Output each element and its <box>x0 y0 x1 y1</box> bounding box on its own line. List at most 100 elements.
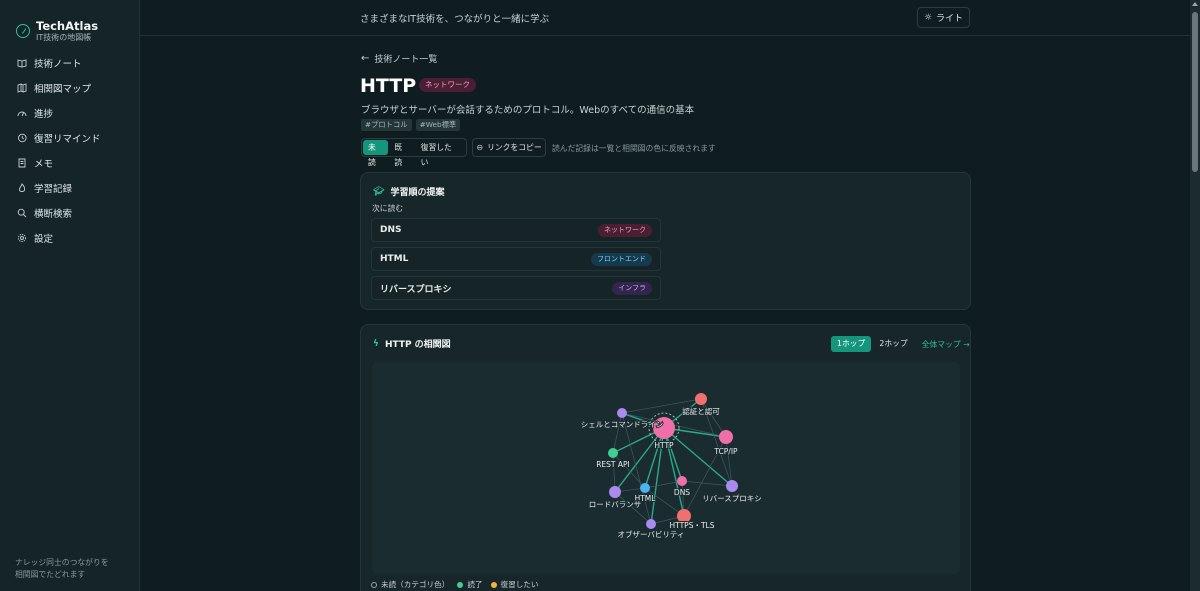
graph-node[interactable] <box>617 408 627 418</box>
flame-icon <box>17 182 27 193</box>
list-item[interactable]: リバースプロキシ インフラ <box>371 276 661 300</box>
sidebar-item-label: 相関図マップ <box>34 83 92 95</box>
legend-item: 読了 <box>457 579 483 590</box>
sidebar-item-label: 技術ノート <box>34 58 82 70</box>
sidebar: TechAtlas IT技術の地図帳 技術ノート 相関図マップ 進捗 復習リマイ… <box>0 0 140 591</box>
sidebar-item-label: メモ <box>34 158 54 170</box>
graph-edge <box>725 436 733 487</box>
sidebar-footer-line: ナレッジ同士のつながりを <box>15 558 109 567</box>
back-link[interactable]: ← 技術ノート一覧 <box>361 52 437 65</box>
theme-label: ライト <box>936 14 964 24</box>
legend-review-dot <box>490 581 497 588</box>
compass-icon <box>16 24 30 38</box>
theme-toggle-button[interactable]: ☼ ライト <box>917 7 970 28</box>
legend-item: 復習したい <box>490 579 539 590</box>
sidebar-item-review[interactable]: 復習リマインド <box>0 125 139 150</box>
status-read-button[interactable]: 既読 <box>389 140 414 167</box>
full-map-link[interactable]: 全体マップ → <box>922 339 970 350</box>
graph-edge <box>681 480 733 487</box>
graph-node[interactable] <box>609 486 621 498</box>
brand[interactable]: TechAtlas IT技術の地図帳 <box>0 0 139 50</box>
search-icon <box>17 208 27 218</box>
relation-graph-svg[interactable]: HTTP認証と認可シェルとコマンドラインTCP/IPREST APIDNSHTM… <box>372 362 960 574</box>
status-unread-button[interactable]: 未読 <box>363 140 389 167</box>
graph-node[interactable] <box>695 393 707 405</box>
card-title-text: 学習順の提案 <box>390 188 445 198</box>
legend-unread-dot <box>371 581 377 588</box>
hop-selector: 1ホップ 2ホップ 全体マップ → <box>831 336 970 352</box>
graph-node[interactable] <box>726 480 738 492</box>
graph-node-label: DNS <box>674 488 690 497</box>
next-read-label: 次に読む <box>372 204 404 213</box>
graph-node-label: TCP/IP <box>713 447 738 456</box>
sidebar-item-log[interactable]: 学習記録 <box>0 175 139 200</box>
note-description: ブラウザとサーバーが会話するためのプロトコル。Webのすべての通信の基本 <box>361 105 695 116</box>
list-item[interactable]: HTML フロントエンド <box>371 247 661 271</box>
graph-legend: 未読（カテゴリ色） 読了 復習したい <box>371 579 547 590</box>
list-item[interactable]: DNS ネットワーク <box>371 218 661 242</box>
sidebar-item-label: 復習リマインド <box>34 133 101 145</box>
brand-subtitle: IT技術の地図帳 <box>36 32 92 42</box>
graph-edge <box>612 412 623 454</box>
hop-2-button[interactable]: 2ホップ <box>873 336 913 352</box>
legend-label: 未読（カテゴリ色） <box>381 580 450 589</box>
read-status-toggle: 未読 既読 復習したい <box>361 138 467 167</box>
book-icon <box>17 58 27 68</box>
brand-title: TechAtlas <box>36 18 99 33</box>
next-item-name: リバースプロキシ <box>380 284 452 295</box>
memo-icon <box>17 158 27 168</box>
graph-node[interactable] <box>640 483 650 493</box>
sidebar-footer: ナレッジ同士のつながりを 相関図でたどれます <box>15 557 125 581</box>
tag[interactable]: #プロトコル <box>361 119 412 131</box>
graph-node-label: ロードバランサ <box>589 500 642 509</box>
next-read-list: DNS ネットワーク HTML フロントエンド リバースプロキシ インフラ <box>371 218 661 305</box>
graph-node[interactable] <box>646 519 656 529</box>
gear-icon <box>17 233 27 243</box>
category-badge: ネットワーク <box>598 223 652 237</box>
graph-node[interactable] <box>719 430 733 444</box>
sidebar-item-notes[interactable]: 技術ノート <box>0 50 139 75</box>
copy-link-label: リンクをコピー <box>487 143 542 152</box>
sidebar-item-search[interactable]: 横断検索 <box>0 200 139 225</box>
graph-node-label: HTTP <box>654 441 674 450</box>
sidebar-item-memo[interactable]: メモ <box>0 150 139 175</box>
graduation-cap-icon: 🎓︎ <box>373 186 385 197</box>
graph-node-label: オブザーバビリティ <box>618 529 685 539</box>
link-icon: ⊖ <box>476 143 484 152</box>
copy-link-button[interactable]: ⊖ リンクをコピー <box>472 138 546 157</box>
back-link-label: 技術ノート一覧 <box>374 55 438 65</box>
scrollbar[interactable] <box>1190 0 1200 591</box>
progress-icon <box>17 108 27 118</box>
sidebar-item-progress[interactable]: 進捗 <box>0 100 139 125</box>
sidebar-item-settings[interactable]: 設定 <box>0 225 139 250</box>
sidebar-footer-line: 相関図でたどれます <box>15 570 86 579</box>
page-title: HTTP <box>360 75 417 97</box>
top-header: さまざまなIT技術を、つながりと一緒に学ぶ ☼ ライト <box>140 0 1190 36</box>
sidebar-item-label: 設定 <box>34 233 54 245</box>
category-badge: フロントエンド <box>591 252 652 266</box>
graph-node-label: 認証と認可 <box>682 406 720 416</box>
graph-node[interactable] <box>677 476 687 486</box>
tagline: さまざまなIT技術を、つながりと一緒に学ぶ <box>360 13 550 25</box>
scroll-thumb[interactable] <box>1192 12 1198 172</box>
sidebar-nav: 技術ノート 相関図マップ 進捗 復習リマインド メモ 学習記録 横断検索 設定 <box>0 50 139 250</box>
graph-node-label: シェルとコマンドライン <box>581 420 664 429</box>
next-item-name: DNS <box>380 225 402 235</box>
legend-label: 読了 <box>467 580 483 589</box>
tag[interactable]: #Web標準 <box>415 119 461 131</box>
next-item-name: HTML <box>380 254 409 264</box>
scroll-up-arrow-icon[interactable] <box>1192 2 1198 6</box>
legend-label: 復習したい <box>500 580 539 589</box>
history-icon <box>17 133 27 143</box>
category-badge: ネットワーク <box>419 78 476 92</box>
sidebar-item-label: 学習記録 <box>34 183 73 195</box>
relation-graph[interactable]: HTTP 認証と認可 シェルとコマンドライン TCP/IP REST API DNS HTM… <box>372 362 960 574</box>
tag-list: #プロトコル #Web標準 <box>361 119 464 131</box>
arrow-left-icon: ← <box>361 53 370 64</box>
zap-icon: ϟ <box>373 338 379 349</box>
status-review-button[interactable]: 復習したい <box>416 140 464 167</box>
hop-1-button[interactable]: 1ホップ <box>831 336 872 352</box>
graph-node[interactable] <box>608 448 618 458</box>
sidebar-item-map[interactable]: 相関図マップ <box>0 75 139 100</box>
card-title: 🎓︎ 学習順の提案 <box>373 185 445 199</box>
